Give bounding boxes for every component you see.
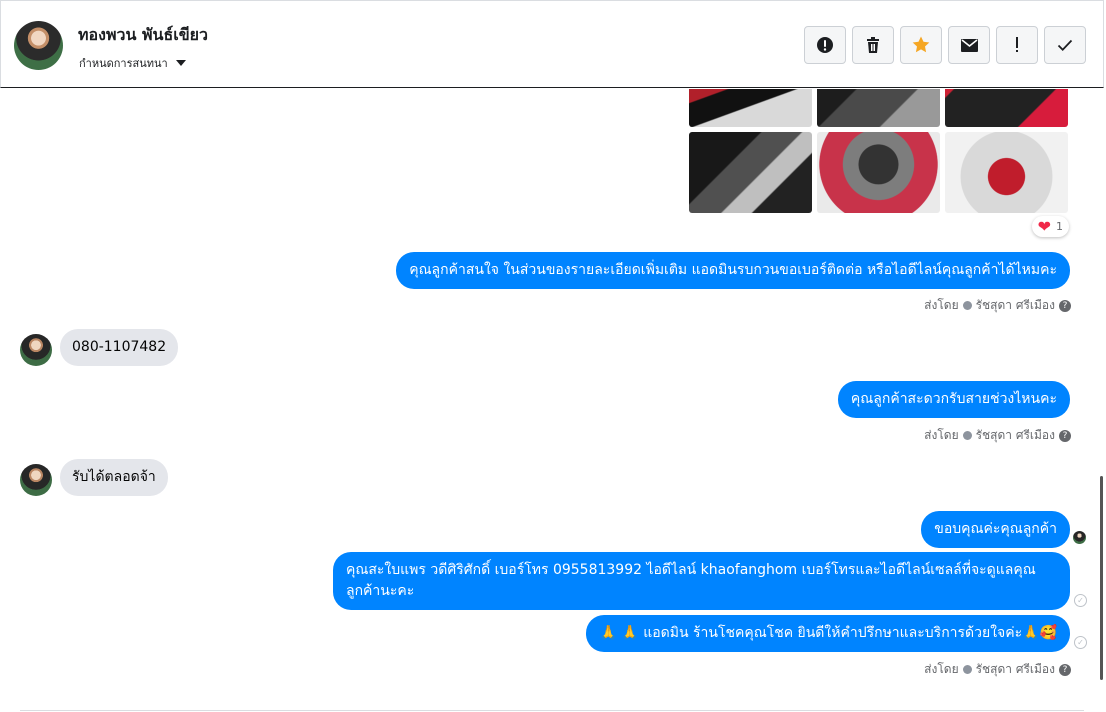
- agent-name: รัชสุดา ศรีเมือง: [975, 298, 1055, 312]
- assign-conversation-dropdown[interactable]: กำหนดการสนทนา: [79, 54, 186, 72]
- chevron-down-icon: [175, 60, 186, 66]
- trash-icon: [867, 37, 879, 53]
- seen-avatar: [1073, 531, 1086, 544]
- car-photo[interactable]: [945, 89, 1068, 127]
- exclamation-icon: [1016, 37, 1018, 52]
- agent-status-icon: [962, 301, 972, 310]
- agent-name: รัชสุดา ศรีเมือง: [975, 662, 1055, 676]
- sent-by-label: ส่งโดย: [924, 298, 959, 312]
- assign-label: กำหนดการสนทนา: [79, 57, 168, 70]
- car-photo[interactable]: [945, 132, 1068, 213]
- composer-divider: [20, 710, 1084, 711]
- agent-status-icon: [962, 431, 972, 440]
- incoming-message[interactable]: รับได้ตลอดจ้า: [60, 459, 168, 496]
- message-sender-meta: ส่งโดย รัชสุดา ศรีเมือง ?: [924, 296, 1071, 315]
- agent-name: รัชสุดา ศรีเมือง: [975, 428, 1055, 442]
- conversation-header: ทองพวน พันธ์เขียว กำหนดการสนทนา: [0, 0, 1104, 88]
- car-photo[interactable]: [689, 89, 812, 127]
- message-reaction[interactable]: ❤ 1: [1031, 216, 1069, 237]
- delivered-check-icon: ✓: [1074, 594, 1087, 607]
- contact-name[interactable]: ทองพวน พันธ์เขียว: [78, 23, 208, 48]
- photo-attachment-grid: [689, 89, 1068, 213]
- car-photo[interactable]: [817, 89, 940, 127]
- sent-by-label: ส่งโดย: [924, 428, 959, 442]
- contact-avatar[interactable]: [20, 334, 52, 366]
- agent-status-icon: [962, 665, 972, 674]
- car-photo[interactable]: [689, 132, 812, 213]
- scrollbar[interactable]: [1100, 476, 1103, 680]
- car-photo[interactable]: [817, 132, 940, 213]
- mark-important-button[interactable]: [996, 26, 1038, 64]
- star-button[interactable]: [900, 26, 942, 64]
- conversation-toolbar: [804, 26, 1086, 64]
- done-button[interactable]: [1044, 26, 1086, 64]
- contact-avatar[interactable]: [14, 21, 63, 70]
- outgoing-message[interactable]: คุณลูกค้าสนใจ ในส่วนของรายละเอียดเพิ่มเต…: [396, 252, 1070, 289]
- sent-by-label: ส่งโดย: [924, 662, 959, 676]
- contact-avatar[interactable]: [20, 464, 52, 496]
- alert-button[interactable]: [804, 26, 846, 64]
- check-icon: [1057, 39, 1073, 51]
- message-sender-meta: ส่งโดย รัชสุดา ศรีเมือง ?: [924, 660, 1071, 679]
- star-icon: [912, 36, 930, 53]
- delete-button[interactable]: [852, 26, 894, 64]
- message-sender-meta: ส่งโดย รัชสุดา ศรีเมือง ?: [924, 426, 1071, 445]
- help-icon[interactable]: ?: [1059, 663, 1071, 676]
- reaction-count: 1: [1056, 220, 1063, 233]
- outgoing-message[interactable]: 🙏 🙏 แอดมิน ร้านโชคคุณโชค ยินดีให้คำปรึกษ…: [586, 615, 1070, 652]
- incoming-message[interactable]: 080-1107482: [60, 329, 179, 366]
- help-icon[interactable]: ?: [1059, 429, 1071, 442]
- message-thread: ❤ 1 คุณลูกค้าสนใจ ในส่วนของรายละเอียดเพิ…: [0, 89, 1104, 712]
- help-icon[interactable]: ?: [1059, 299, 1071, 312]
- outgoing-message[interactable]: ขอบคุณค่ะคุณลูกค้า: [921, 511, 1070, 548]
- outgoing-message[interactable]: คุณสะใบแพร วดีศิริศักดิ์ เบอร์โทร 095581…: [333, 552, 1070, 610]
- outgoing-message[interactable]: คุณลูกค้าสะดวกรับสายช่วงไหนคะ: [837, 381, 1070, 418]
- alert-circle-icon: [817, 37, 833, 53]
- heart-icon: ❤: [1037, 216, 1051, 236]
- envelope-icon: [960, 38, 978, 52]
- delivered-check-icon: ✓: [1074, 636, 1087, 649]
- email-button[interactable]: [948, 26, 990, 64]
